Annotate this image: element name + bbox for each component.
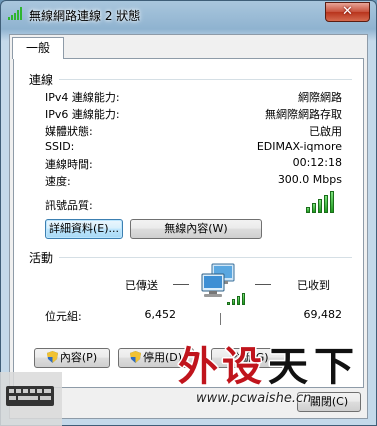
bytes-received-value: 69,482 bbox=[303, 308, 343, 321]
signal-quality-bars bbox=[306, 191, 334, 213]
media-state-value: 已啟用 bbox=[309, 125, 342, 138]
properties-button[interactable]: 內容(P) bbox=[34, 348, 110, 368]
wireless-properties-button[interactable]: 無線內容(W) bbox=[130, 219, 262, 239]
speed-label: 速度: bbox=[45, 175, 71, 188]
uac-shield-icon bbox=[46, 351, 58, 363]
properties-button-label: 內容(P) bbox=[59, 351, 98, 364]
activity-heading: 活動 bbox=[29, 251, 54, 265]
activity-signal-bar bbox=[242, 293, 245, 305]
tab-general[interactable]: 一般 bbox=[12, 37, 64, 59]
svg-text:外: 外 bbox=[178, 344, 218, 390]
bytes-label: 位元組: bbox=[45, 310, 82, 323]
uac-shield-icon bbox=[129, 351, 141, 363]
activity-signal-bar bbox=[232, 299, 235, 305]
ipv6-label: IPv6 連線能力: bbox=[45, 108, 120, 121]
ipv4-value: 網際網路 bbox=[298, 91, 342, 104]
bytes-sent-value: 6,452 bbox=[144, 308, 177, 321]
title-bar[interactable]: 無線網路連線 2 狀態 ✕ bbox=[1, 1, 376, 29]
signal-quality-label: 訊號品質: bbox=[45, 199, 93, 212]
sent-dash bbox=[173, 284, 189, 285]
media-state-label: 媒體狀態: bbox=[45, 125, 93, 138]
activity-signal-bar bbox=[237, 296, 240, 305]
watermark-keyboard-logo bbox=[0, 372, 62, 426]
connection-heading: 連線 bbox=[29, 73, 54, 87]
signal-bar bbox=[330, 191, 334, 213]
ssid-value: EDIMAX-iqmore bbox=[256, 140, 342, 153]
watermark-url: www.pcwaishe.cn bbox=[196, 391, 312, 406]
watermark-brand-logo: 外 设 天 下 bbox=[177, 343, 356, 391]
signal-bar bbox=[312, 203, 316, 213]
close-window-button[interactable]: ✕ bbox=[325, 2, 370, 22]
signal-bar bbox=[306, 207, 310, 213]
ipv4-label: IPv4 連線能力: bbox=[45, 91, 120, 104]
activity-divider bbox=[59, 257, 352, 258]
received-label: 已收到 bbox=[297, 279, 330, 292]
duration-value: 00:12:18 bbox=[292, 156, 342, 169]
sent-label: 已傳送 bbox=[125, 279, 158, 292]
ssid-label: SSID: bbox=[45, 140, 75, 153]
svg-text:天: 天 bbox=[268, 344, 308, 390]
signal-bar bbox=[318, 199, 322, 213]
signal-bar bbox=[324, 195, 328, 213]
activity-signal-bar bbox=[227, 302, 230, 305]
svg-text:设: 设 bbox=[222, 344, 262, 390]
svg-text:下: 下 bbox=[314, 344, 354, 390]
speed-value: 300.0 Mbps bbox=[277, 173, 342, 186]
activity-separator bbox=[220, 313, 221, 325]
details-button[interactable]: 詳細資料(E)... bbox=[45, 219, 123, 239]
window-title: 無線網路連線 2 狀態 bbox=[29, 9, 141, 23]
received-dash bbox=[255, 284, 271, 285]
wireless-signal-icon bbox=[8, 7, 22, 20]
duration-label: 連線時間: bbox=[45, 158, 93, 171]
connection-divider bbox=[59, 79, 352, 80]
ipv6-value: 無網際網路存取 bbox=[265, 108, 342, 121]
activity-signal-bars bbox=[227, 293, 245, 305]
